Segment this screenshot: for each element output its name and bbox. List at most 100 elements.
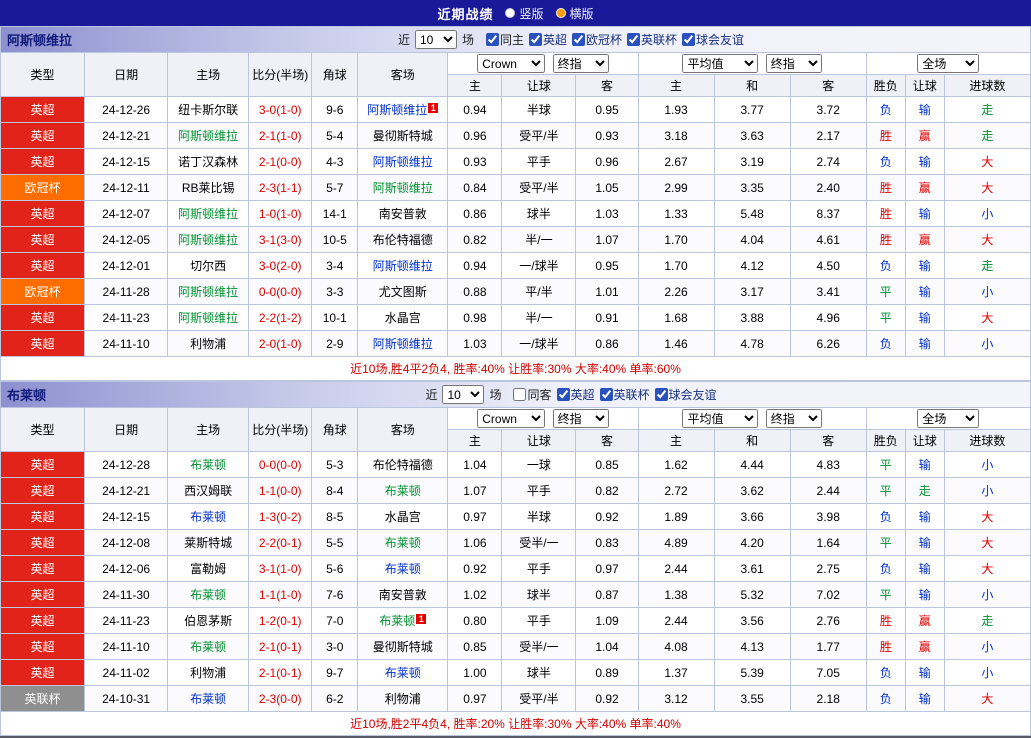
- checkbox-input[interactable]: [682, 33, 696, 46]
- match-count-select[interactable]: 10: [442, 385, 485, 404]
- final-odds-select[interactable]: 终指: [552, 409, 609, 428]
- handicap-outcome: 赢: [904, 122, 945, 149]
- filter-bar: 近 10 场 同主 英超 欧冠杯 英联杯 球会友谊: [395, 30, 746, 49]
- away-team[interactable]: 水晶宫: [357, 503, 449, 530]
- home-team[interactable]: RB莱比锡: [167, 174, 250, 201]
- col-header-result: 胜负: [865, 74, 906, 97]
- final-odds-select[interactable]: 终指: [552, 54, 609, 73]
- games-label: 场: [489, 388, 502, 402]
- away-team[interactable]: 曼彻斯特城: [357, 122, 449, 149]
- result-outcome: 负: [865, 659, 906, 686]
- away-team[interactable]: 布莱顿: [357, 477, 449, 504]
- home-team[interactable]: 阿斯顿维拉: [167, 200, 250, 227]
- league-filter-checkbox[interactable]: 英超: [554, 386, 595, 403]
- handicap-odds-away: 1.04: [575, 633, 639, 660]
- league-badge: 英超: [0, 252, 86, 279]
- odds-provider-select[interactable]: Crown: [477, 409, 546, 428]
- avg-odds-away: 4.96: [789, 304, 867, 331]
- handicap-line: 一/球半: [501, 252, 577, 279]
- home-team[interactable]: 诺丁汉森林: [167, 148, 250, 175]
- match-date: 24-12-21: [84, 477, 169, 504]
- home-team[interactable]: 切尔西: [167, 252, 250, 279]
- avg-odds-home: 3.12: [637, 685, 715, 712]
- away-team[interactable]: 阿斯顿维拉: [357, 330, 449, 357]
- league-badge: 英超: [0, 330, 86, 357]
- home-team[interactable]: 阿斯顿维拉: [167, 122, 250, 149]
- match-date: 24-11-23: [84, 607, 169, 634]
- league-filter-checkbox[interactable]: 英超: [526, 31, 567, 48]
- scope-select[interactable]: 全场: [917, 409, 980, 428]
- match-row: 英超 24-11-23 伯恩茅斯 1-2(0-1) 7-0 布莱顿 1 0.80 平手 1.09 2…: [0, 607, 1031, 634]
- away-team[interactable]: 曼彻斯特城: [357, 633, 449, 660]
- league-badge: 英超: [0, 607, 86, 634]
- away-team[interactable]: 尤文图斯: [357, 278, 449, 305]
- checkbox-input[interactable]: [627, 33, 641, 46]
- score-halftime: 2-2(0-1): [248, 529, 313, 556]
- away-team[interactable]: 利物浦: [357, 685, 449, 712]
- score-halftime: 2-1(0-1): [248, 633, 313, 660]
- home-team[interactable]: 伯恩茅斯: [167, 607, 250, 634]
- same-side-filter-checkbox[interactable]: 同主: [483, 31, 524, 48]
- checkbox-input[interactable]: [654, 388, 668, 401]
- handicap-line: 平/半: [501, 278, 577, 305]
- away-team[interactable]: 阿斯顿维拉 1: [357, 96, 449, 123]
- match-count-select[interactable]: 10: [414, 30, 457, 49]
- checkbox-input[interactable]: [556, 388, 570, 401]
- away-team[interactable]: 布莱顿: [357, 555, 449, 582]
- away-team[interactable]: 阿斯顿维拉: [357, 252, 449, 279]
- home-team[interactable]: 布莱顿: [167, 633, 250, 660]
- away-team[interactable]: 南安普敦: [357, 581, 449, 608]
- away-team[interactable]: 阿斯顿维拉: [357, 174, 449, 201]
- handicap-odds-away: 0.95: [575, 96, 639, 123]
- home-team[interactable]: 布莱顿: [167, 503, 250, 530]
- result-outcome: 负: [865, 555, 906, 582]
- away-team[interactable]: 布莱顿: [357, 659, 449, 686]
- checkbox-input[interactable]: [528, 33, 542, 46]
- home-team[interactable]: 西汉姆联: [167, 477, 250, 504]
- handicap-odds-home: 0.93: [447, 148, 503, 175]
- checkbox-input[interactable]: [599, 388, 613, 401]
- checkbox-input[interactable]: [485, 33, 499, 46]
- final-odds-select-2[interactable]: 终指: [765, 409, 822, 428]
- league-filter-checkbox[interactable]: 英联杯: [597, 386, 650, 403]
- same-side-filter-checkbox[interactable]: 同客: [510, 386, 552, 403]
- home-team[interactable]: 阿斯顿维拉: [167, 226, 250, 253]
- away-team[interactable]: 水晶宫: [357, 304, 449, 331]
- checkbox-input[interactable]: [572, 33, 585, 46]
- home-team[interactable]: 布莱顿: [167, 451, 250, 478]
- league-filter-checkbox[interactable]: 欧冠杯: [569, 31, 622, 48]
- home-team[interactable]: 莱斯特城: [167, 529, 250, 556]
- league-filter-checkbox[interactable]: 球会友谊: [679, 31, 744, 48]
- match-row: 英超 24-11-30 布莱顿 1-1(1-0) 7-6 南安普敦 1.02 球半 0.87 1.…: [0, 581, 1031, 608]
- corners-count: 2-9: [311, 330, 359, 357]
- home-team[interactable]: 纽卡斯尔联: [167, 96, 250, 123]
- league-filter-checkbox[interactable]: 英联杯: [624, 31, 677, 48]
- avg-odds-draw: 3.17: [713, 278, 791, 305]
- checkbox-input[interactable]: [513, 388, 527, 401]
- home-team[interactable]: 富勒姆: [167, 555, 250, 582]
- average-select[interactable]: 平均值: [682, 409, 759, 428]
- home-team[interactable]: 布莱顿: [167, 581, 250, 608]
- match-row: 英超 24-12-15 诺丁汉森林 2-1(0-0) 4-3 阿斯顿维拉 0.93 平手 0.9…: [0, 148, 1031, 175]
- home-team[interactable]: 布莱顿: [167, 685, 250, 712]
- home-team[interactable]: 阿斯顿维拉: [167, 278, 250, 305]
- home-team[interactable]: 利物浦: [167, 330, 250, 357]
- away-team[interactable]: 布伦特福德: [357, 451, 449, 478]
- away-team[interactable]: 布莱顿: [357, 529, 449, 556]
- league-filter-checkbox[interactable]: 球会友谊: [652, 386, 717, 403]
- league-badge: 欧冠杯: [0, 278, 86, 305]
- home-team[interactable]: 利物浦: [167, 659, 250, 686]
- layout-option-horizontal[interactable]: 横版: [555, 5, 594, 22]
- filter-bar: 近 10 场 同客 英超 英联杯 球会友谊: [422, 385, 718, 404]
- away-team[interactable]: 阿斯顿维拉: [357, 148, 449, 175]
- away-team[interactable]: 布伦特福德: [357, 226, 449, 253]
- away-team[interactable]: 南安普敦: [357, 200, 449, 227]
- final-odds-select-2[interactable]: 终指: [765, 54, 822, 73]
- scope-select[interactable]: 全场: [917, 54, 980, 73]
- away-team[interactable]: 布莱顿 1: [357, 607, 449, 634]
- odds-provider-select[interactable]: Crown: [477, 54, 546, 73]
- home-team[interactable]: 阿斯顿维拉: [167, 304, 250, 331]
- average-select[interactable]: 平均值: [682, 54, 759, 73]
- layout-option-vertical[interactable]: 竖版: [505, 5, 544, 22]
- result-outcome: 胜: [865, 174, 906, 201]
